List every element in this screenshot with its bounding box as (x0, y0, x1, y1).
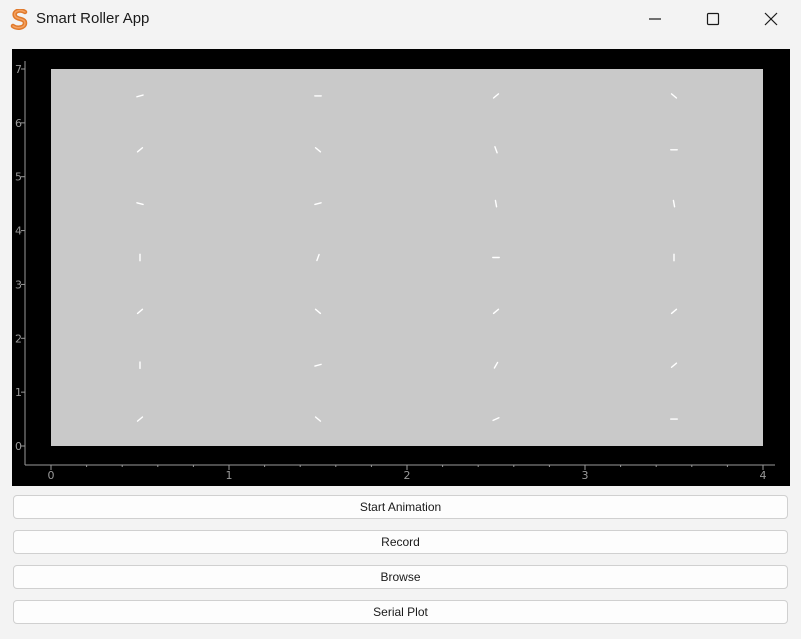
maximize-button[interactable] (684, 0, 742, 38)
x-tick-label: 3 (582, 469, 589, 482)
plot-area[interactable]: 0 1 2 3 4 0 1 2 3 4 5 6 7 (12, 49, 790, 486)
maximize-icon (706, 12, 720, 26)
serial-plot-button[interactable]: Serial Plot (13, 600, 788, 624)
y-tick-label: 4 (15, 225, 22, 238)
y-tick-label: 6 (15, 117, 22, 130)
record-button[interactable]: Record (13, 530, 788, 554)
x-tick-label: 2 (404, 469, 411, 482)
y-tick-label: 0 (15, 440, 22, 453)
roller-field (51, 69, 763, 446)
minimize-button[interactable] (626, 0, 684, 38)
start-animation-button[interactable]: Start Animation (13, 495, 788, 519)
s-logo-icon (10, 9, 28, 30)
x-tick-label: 1 (226, 469, 233, 482)
title-bar: Smart Roller App (0, 0, 801, 40)
roller-plot[interactable]: 0 1 2 3 4 0 1 2 3 4 5 6 7 (12, 49, 790, 486)
minimize-icon (649, 18, 661, 20)
y-tick-label: 5 (15, 171, 22, 184)
x-tick-label: 4 (760, 469, 767, 482)
browse-button[interactable]: Browse (13, 565, 788, 589)
y-tick-label: 2 (15, 332, 22, 345)
y-tick-label: 3 (15, 278, 22, 291)
x-tick-label: 0 (48, 469, 55, 482)
window-title: Smart Roller App (36, 10, 150, 27)
close-button[interactable] (742, 0, 800, 38)
close-icon (764, 12, 778, 26)
y-tick-label: 1 (15, 386, 22, 399)
y-tick-label: 7 (15, 63, 22, 76)
